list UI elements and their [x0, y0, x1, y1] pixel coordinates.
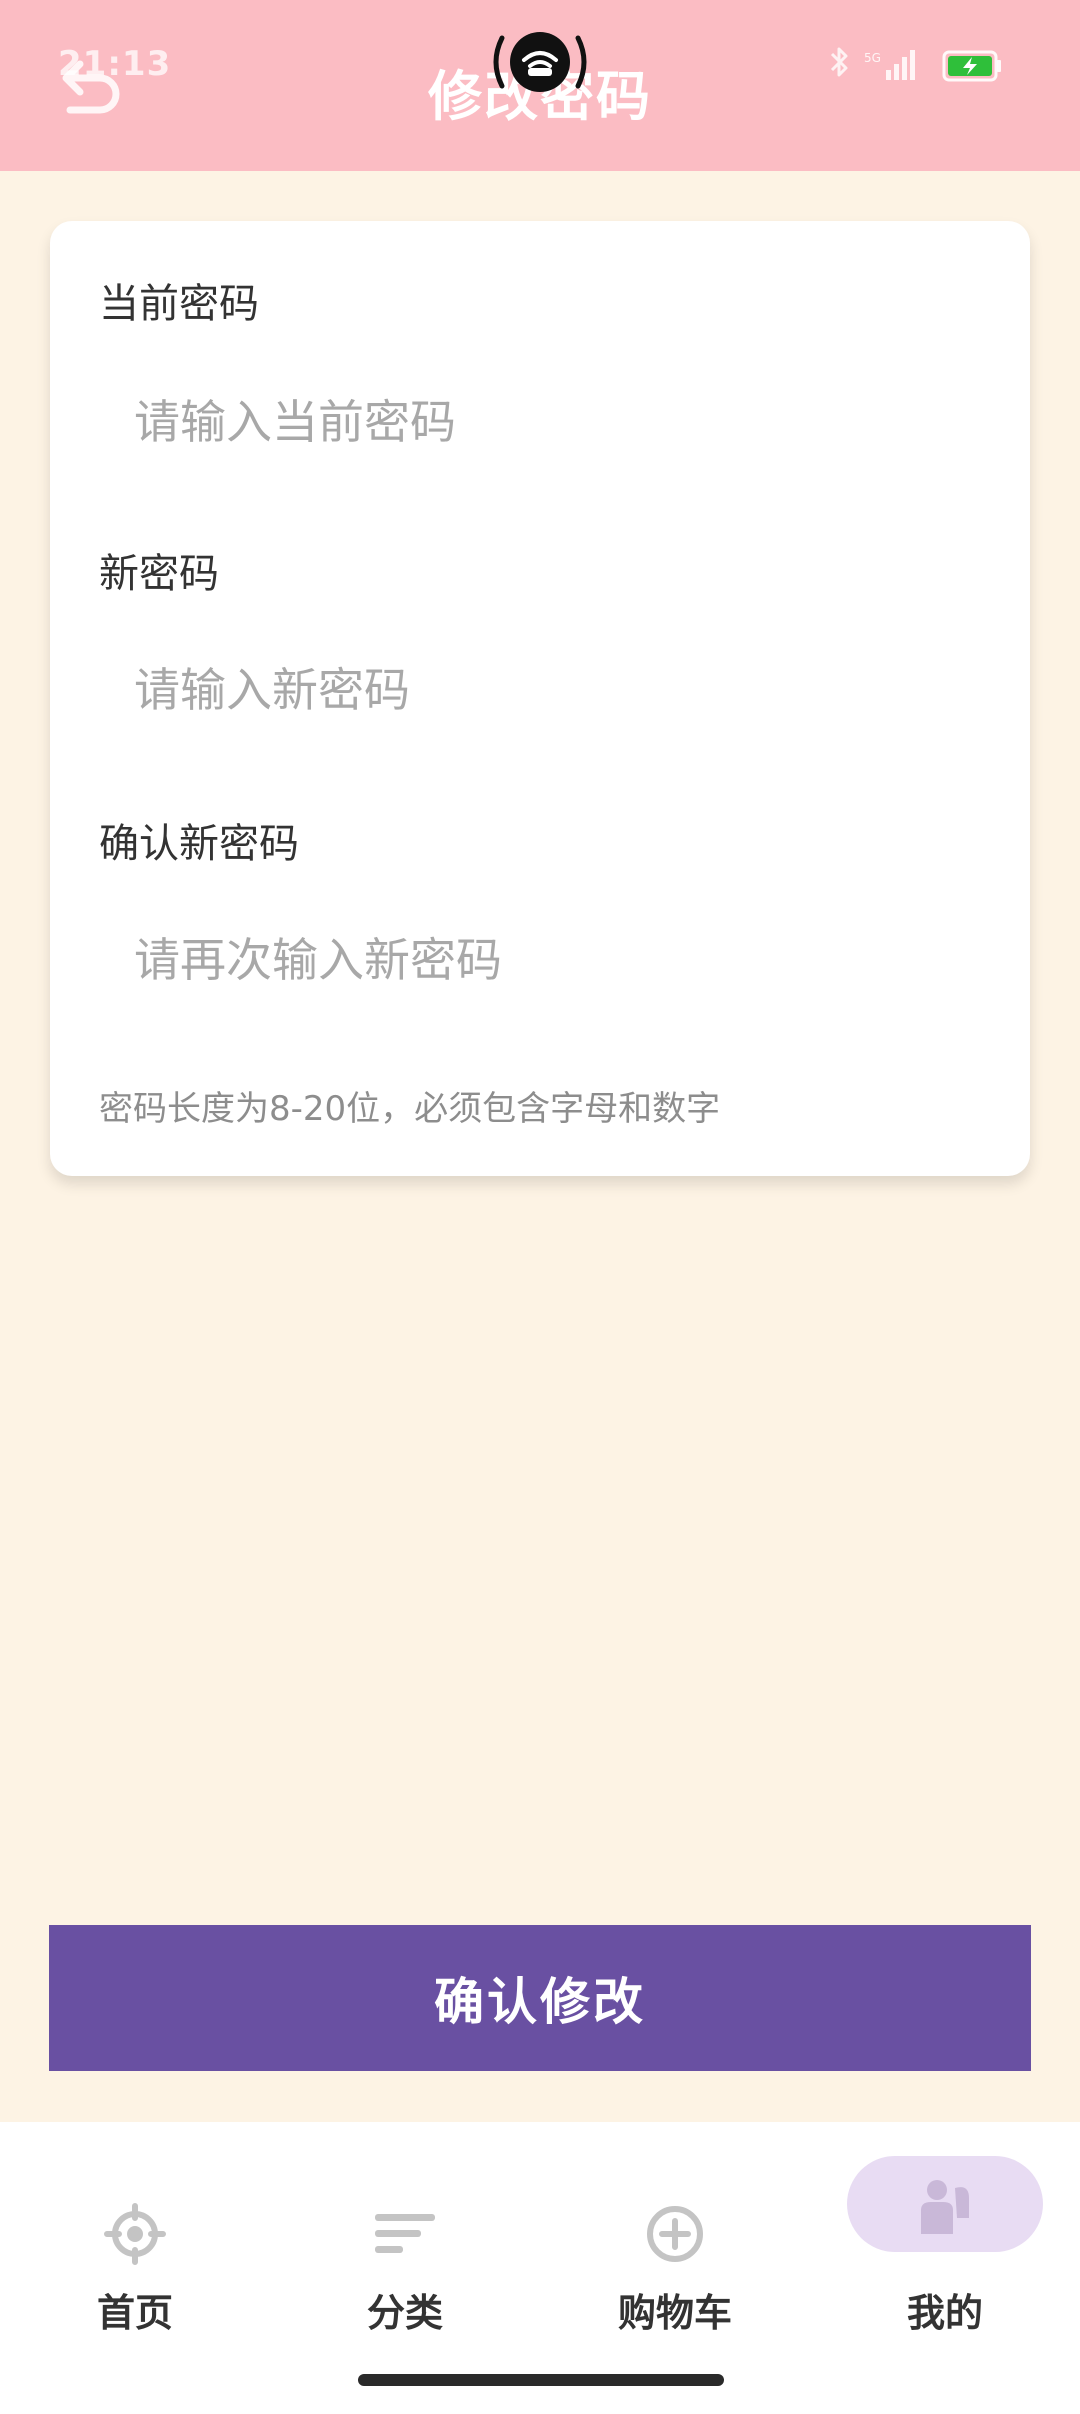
password-hint: 密码长度为8-20位，必须包含字母和数字 [99, 1089, 721, 1129]
nav-label-mine: 我的 [906, 2291, 983, 2335]
bluetooth-icon [830, 47, 848, 77]
app-header: 21:13 修改密码 5G [0, 0, 1080, 171]
password-form-card: 当前密码 新密码 确认新密码 密码长度为8-20位，必须包含字母和数字 [50, 221, 1030, 1176]
confirm-change-button[interactable]: 确认修改 [49, 1925, 1031, 2071]
nav-item-cart[interactable]: 购物车 [540, 2122, 810, 2342]
new-password-label: 新密码 [99, 551, 219, 597]
camera-indicator-icon [493, 32, 587, 92]
confirm-password-label: 确认新密码 [99, 821, 299, 867]
home-indicator[interactable] [358, 2374, 724, 2386]
status-icons: 5G [830, 47, 1001, 82]
compass-icon [104, 2203, 166, 2265]
battery-charging-icon [942, 50, 1001, 82]
svg-text:5G: 5G [864, 51, 881, 65]
signal-icon: 5G [864, 50, 915, 80]
nav-item-home[interactable]: 首页 [0, 2122, 270, 2342]
bottom-nav: 首页 分类 购物车 我的 [0, 2122, 1080, 2414]
nav-item-mine[interactable]: 我的 [810, 2122, 1080, 2342]
current-password-label: 当前密码 [99, 281, 259, 327]
nav-label-home: 首页 [96, 2291, 173, 2335]
nav-item-category[interactable]: 分类 [270, 2122, 540, 2342]
new-password-input[interactable] [90, 645, 990, 735]
nav-label-category: 分类 [366, 2291, 443, 2335]
current-password-input[interactable] [90, 377, 990, 467]
plus-circle-icon [647, 2206, 703, 2262]
confirm-password-input[interactable] [90, 915, 990, 1005]
nav-label-cart: 购物车 [617, 2291, 732, 2335]
person-icon [921, 2180, 969, 2234]
list-lines-icon [375, 2214, 435, 2253]
